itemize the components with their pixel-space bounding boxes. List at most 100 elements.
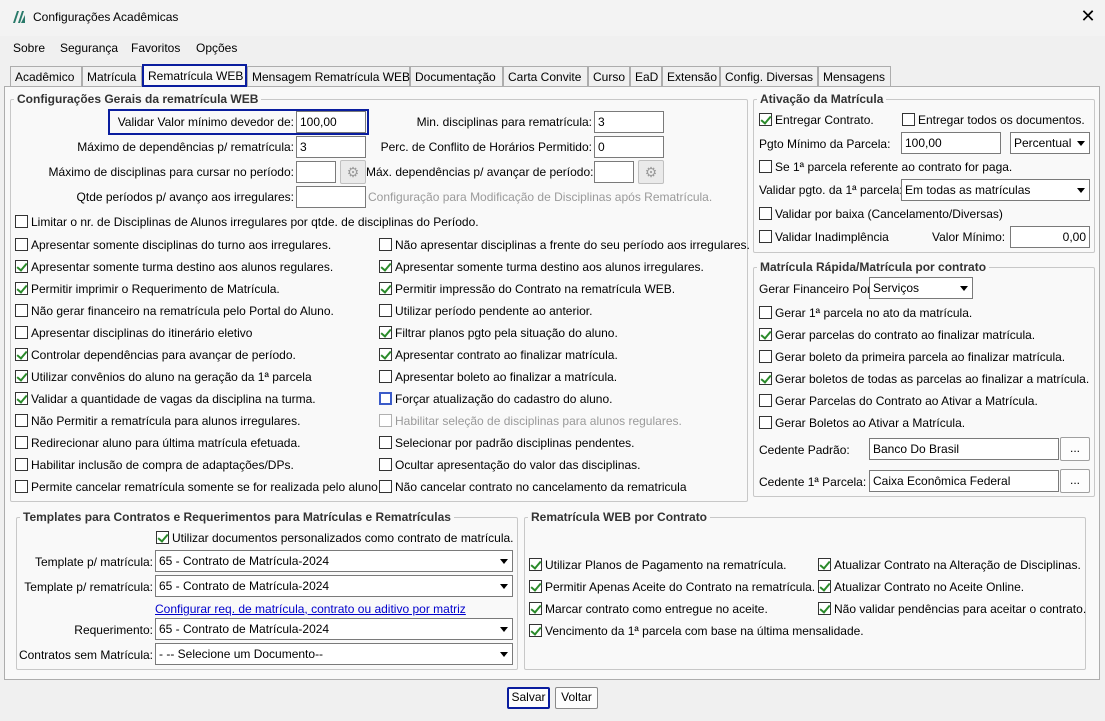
qtde-input[interactable] (296, 186, 366, 208)
general-left-option-10-checkbox[interactable] (15, 458, 28, 471)
tab-academico[interactable]: Acadêmico (10, 66, 82, 86)
general-right-option-9-label: Selecionar por padrão disciplinas penden… (395, 436, 635, 450)
perc-conflito-input[interactable]: 0 (594, 136, 664, 158)
valor-min-input[interactable]: 0,00 (1010, 226, 1090, 248)
min-disc-label: Min. disciplinas para rematrícula: (416, 115, 592, 129)
web-contrato-left-3-checkbox[interactable] (529, 624, 542, 637)
rapida-option-3-checkbox[interactable] (759, 372, 772, 385)
req-label: Requerimento: (74, 623, 153, 637)
web-contrato-right-0-checkbox[interactable] (818, 558, 831, 571)
general-right-option-3-checkbox[interactable] (379, 304, 392, 317)
tab-documentacao[interactable]: Documentação (410, 66, 503, 86)
tpl-mat-select[interactable]: 65 - Contrato de Matrícula-2024 (155, 550, 513, 572)
tpl-remat-select[interactable]: 65 - Contrato de Matrícula-2024 (155, 575, 513, 597)
general-right-option-0-checkbox[interactable] (379, 238, 392, 251)
tab-config-diversas[interactable]: Config. Diversas (720, 66, 818, 86)
web-contrato-left-2-checkbox[interactable] (529, 602, 542, 615)
entregar-todos-checkbox[interactable] (902, 113, 915, 126)
general-left-option-9-checkbox[interactable] (15, 436, 28, 449)
validar-inad-checkbox[interactable] (759, 230, 772, 243)
pgto-min-type-select[interactable]: Percentual (1010, 132, 1090, 154)
validar-pgto-select[interactable]: Em todas as matrículas (901, 179, 1090, 201)
cedente1-input[interactable]: Caixa Econômica Federal (869, 470, 1059, 492)
general-right-option-10-label: Ocultar apresentação do valor das discip… (395, 458, 641, 472)
max-dep-adv-gear-icon[interactable]: ⚙ (638, 160, 664, 184)
general-left-option-0-checkbox[interactable] (15, 238, 28, 251)
max-disc-gear-icon[interactable]: ⚙ (340, 160, 366, 184)
web-contrato-right-2-checkbox[interactable] (818, 602, 831, 615)
web-contrato-left-3-label: Vencimento da 1ª parcela com base na últ… (545, 624, 864, 638)
validar-baixa-checkbox[interactable] (759, 207, 772, 220)
save-button[interactable]: Salvar (507, 687, 550, 709)
general-right-option-4-checkbox[interactable] (379, 326, 392, 339)
close-icon[interactable]: ✕ (1078, 6, 1098, 26)
entregar-contrato-checkbox[interactable] (759, 113, 772, 126)
min-disc-input[interactable]: 3 (594, 111, 664, 133)
menu-favoritos[interactable]: Favoritos (131, 41, 180, 55)
rapida-option-0-checkbox[interactable] (759, 306, 772, 319)
cedente-browse-button[interactable]: ... (1060, 437, 1090, 461)
req-select[interactable]: 65 - Contrato de Matrícula-2024 (155, 618, 513, 640)
back-button[interactable]: Voltar (555, 687, 598, 709)
general-right-option-11-checkbox[interactable] (379, 480, 392, 493)
general-left-option-7-checkbox[interactable] (15, 392, 28, 405)
general-left-option-6-label: Utilizar convênios do aluno na geração d… (31, 370, 312, 384)
general-left-option-0-label: Apresentar somente disciplinas do turno … (31, 238, 332, 252)
general-right-option-1-checkbox[interactable] (379, 260, 392, 273)
tab-mensagens[interactable]: Mensagens (818, 66, 891, 86)
general-left-option-11-checkbox[interactable] (15, 480, 28, 493)
menu-sobre[interactable]: Sobre (13, 41, 45, 55)
cedente-label: Cedente Padrão: (759, 443, 850, 457)
tab-rematricula-web[interactable]: Rematrícula WEB (142, 64, 247, 87)
se-primeira-checkbox[interactable] (759, 160, 772, 173)
pgto-min-input[interactable]: 100,00 (901, 132, 1001, 154)
general-right-option-5-checkbox[interactable] (379, 348, 392, 361)
limitar-checkbox[interactable] (15, 215, 28, 228)
general-right-option-8-checkbox (379, 414, 392, 427)
general-right-option-9-checkbox[interactable] (379, 436, 392, 449)
chevron-down-icon (1077, 188, 1085, 193)
rapida-option-4-checkbox[interactable] (759, 394, 772, 407)
web-contrato-left-2-label: Marcar contrato como entregue no aceite. (545, 602, 768, 616)
cedente1-browse-button[interactable]: ... (1060, 469, 1090, 493)
general-right-option-6-checkbox[interactable] (379, 370, 392, 383)
menu-opcoes[interactable]: Opções (196, 41, 237, 55)
sem-mat-select[interactable]: - -- Selecione um Documento-- (155, 643, 513, 665)
menu-seguranca[interactable]: Segurança (60, 41, 118, 55)
rapida-option-2-checkbox[interactable] (759, 350, 772, 363)
web-contrato-left-1-checkbox[interactable] (529, 580, 542, 593)
config-req-link[interactable]: Configurar req. de matrícula, contrato o… (155, 602, 466, 616)
web-contrato-left-0-checkbox[interactable] (529, 558, 542, 571)
general-left-option-6-checkbox[interactable] (15, 370, 28, 383)
general-left-option-8-checkbox[interactable] (15, 414, 28, 427)
max-dep-adv-input[interactable] (594, 161, 634, 183)
general-left-option-2-checkbox[interactable] (15, 282, 28, 295)
rapida-option-0-label: Gerar 1ª parcela no ato da matrícula. (775, 306, 973, 320)
cedente-input[interactable]: Banco Do Brasil (869, 438, 1059, 460)
web-contrato-right-1-checkbox[interactable] (818, 580, 831, 593)
rapida-option-5-checkbox[interactable] (759, 416, 772, 429)
tab-curso[interactable]: Curso (588, 66, 630, 86)
tab-matricula[interactable]: Matrícula (82, 66, 142, 86)
tab-mensagem-rematricula-web[interactable]: Mensagem Rematrícula WEB (247, 66, 410, 86)
max-dep-input[interactable]: 3 (296, 136, 366, 158)
chevron-down-icon (500, 627, 508, 632)
perc-conflito-label: Perc. de Conflito de Horários Permitido: (380, 140, 592, 154)
general-left-option-5-checkbox[interactable] (15, 348, 28, 361)
general-right-option-7-checkbox[interactable] (379, 392, 392, 405)
tab-carta-convite[interactable]: Carta Convite (503, 66, 588, 86)
tab-extensao[interactable]: Extensão (662, 66, 720, 86)
entregar-contrato-label: Entregar Contrato. (775, 113, 874, 127)
tab-ead[interactable]: EaD (630, 66, 662, 86)
general-left-option-4-checkbox[interactable] (15, 326, 28, 339)
general-left-option-1-checkbox[interactable] (15, 260, 28, 273)
max-disc-input[interactable] (296, 161, 336, 183)
general-right-option-7-label: Forçar atualização do cadastro do aluno. (395, 392, 613, 406)
utilizar-docs-checkbox[interactable] (156, 531, 169, 544)
gerar-fin-select[interactable]: Serviços (869, 277, 973, 299)
general-right-option-10-checkbox[interactable] (379, 458, 392, 471)
general-left-option-3-checkbox[interactable] (15, 304, 28, 317)
rapida-option-1-checkbox[interactable] (759, 328, 772, 341)
min-debt-input[interactable]: 100,00 (296, 111, 366, 133)
general-right-option-2-checkbox[interactable] (379, 282, 392, 295)
